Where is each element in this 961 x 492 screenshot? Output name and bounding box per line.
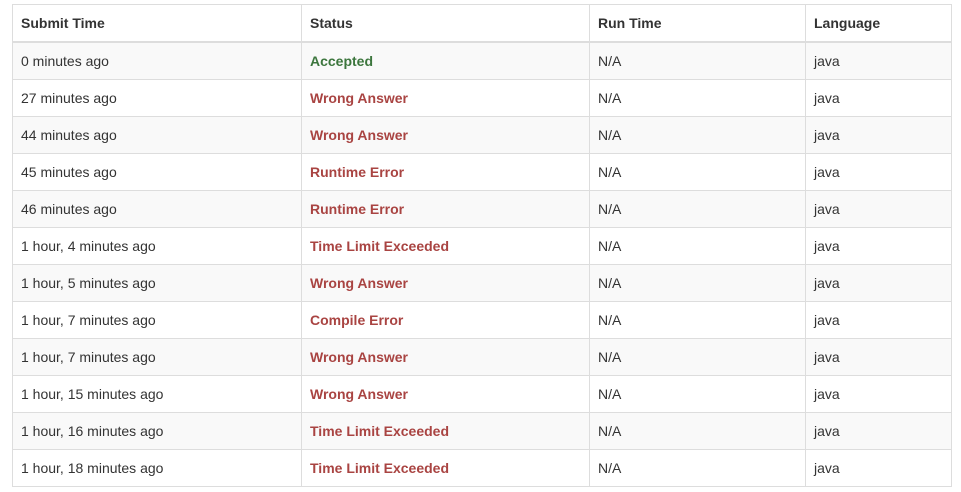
run-time-cell: N/A <box>589 116 806 154</box>
table-header: Submit Time Status Run Time Language <box>12 4 952 43</box>
table-row: 1 hour, 5 minutes ago Wrong Answer N/A j… <box>12 264 952 302</box>
status-link[interactable]: Runtime Error <box>310 201 404 217</box>
status-link[interactable]: Time Limit Exceeded <box>310 238 449 254</box>
run-time-cell: N/A <box>589 412 806 450</box>
status-cell: Runtime Error <box>301 190 590 228</box>
column-header-language: Language <box>805 4 952 43</box>
submit-time-cell: 44 minutes ago <box>12 116 302 154</box>
language-cell: java <box>805 79 952 117</box>
table-row: 44 minutes ago Wrong Answer N/A java <box>12 116 952 154</box>
table-row: 27 minutes ago Wrong Answer N/A java <box>12 79 952 117</box>
run-time-cell: N/A <box>589 190 806 228</box>
table-row: 0 minutes ago Accepted N/A java <box>12 41 952 80</box>
submit-time-cell: 1 hour, 7 minutes ago <box>12 301 302 339</box>
status-cell: Wrong Answer <box>301 338 590 376</box>
submissions-table: Submit Time Status Run Time Language 0 m… <box>12 4 952 487</box>
language-cell: java <box>805 264 952 302</box>
status-cell: Wrong Answer <box>301 375 590 413</box>
table-row: 1 hour, 7 minutes ago Compile Error N/A … <box>12 301 952 339</box>
run-time-cell: N/A <box>589 153 806 191</box>
table-row: 1 hour, 15 minutes ago Wrong Answer N/A … <box>12 375 952 413</box>
column-header-status: Status <box>301 4 590 43</box>
submit-time-cell: 1 hour, 16 minutes ago <box>12 412 302 450</box>
language-cell: java <box>805 301 952 339</box>
table-row: 1 hour, 16 minutes ago Time Limit Exceed… <box>12 412 952 450</box>
submit-time-cell: 1 hour, 18 minutes ago <box>12 449 302 487</box>
language-cell: java <box>805 375 952 413</box>
submit-time-cell: 27 minutes ago <box>12 79 302 117</box>
status-cell: Wrong Answer <box>301 79 590 117</box>
status-cell: Time Limit Exceeded <box>301 412 590 450</box>
language-cell: java <box>805 153 952 191</box>
table-row: 46 minutes ago Runtime Error N/A java <box>12 190 952 228</box>
column-header-submit-time: Submit Time <box>12 4 302 43</box>
run-time-cell: N/A <box>589 338 806 376</box>
language-cell: java <box>805 116 952 154</box>
table-header-row: Submit Time Status Run Time Language <box>12 4 952 43</box>
submit-time-cell: 45 minutes ago <box>12 153 302 191</box>
table-body: 0 minutes ago Accepted N/A java 27 minut… <box>12 41 952 487</box>
language-cell: java <box>805 338 952 376</box>
table-row: 1 hour, 4 minutes ago Time Limit Exceede… <box>12 227 952 265</box>
status-cell: Runtime Error <box>301 153 590 191</box>
run-time-cell: N/A <box>589 301 806 339</box>
run-time-cell: N/A <box>589 41 806 80</box>
run-time-cell: N/A <box>589 375 806 413</box>
status-link[interactable]: Wrong Answer <box>310 90 408 106</box>
status-cell: Compile Error <box>301 301 590 339</box>
language-cell: java <box>805 190 952 228</box>
run-time-cell: N/A <box>589 449 806 487</box>
status-link[interactable]: Wrong Answer <box>310 349 408 365</box>
status-cell: Time Limit Exceeded <box>301 449 590 487</box>
run-time-cell: N/A <box>589 227 806 265</box>
submit-time-cell: 1 hour, 4 minutes ago <box>12 227 302 265</box>
status-link[interactable]: Wrong Answer <box>310 275 408 291</box>
status-link[interactable]: Compile Error <box>310 312 403 328</box>
status-cell: Wrong Answer <box>301 264 590 302</box>
table-row: 1 hour, 7 minutes ago Wrong Answer N/A j… <box>12 338 952 376</box>
language-cell: java <box>805 412 952 450</box>
status-cell: Wrong Answer <box>301 116 590 154</box>
status-link[interactable]: Wrong Answer <box>310 127 408 143</box>
status-cell: Accepted <box>301 41 590 80</box>
submit-time-cell: 1 hour, 7 minutes ago <box>12 338 302 376</box>
status-cell: Time Limit Exceeded <box>301 227 590 265</box>
status-link[interactable]: Wrong Answer <box>310 386 408 402</box>
language-cell: java <box>805 449 952 487</box>
submit-time-cell: 46 minutes ago <box>12 190 302 228</box>
status-link[interactable]: Accepted <box>310 53 373 69</box>
table-row: 1 hour, 18 minutes ago Time Limit Exceed… <box>12 449 952 487</box>
run-time-cell: N/A <box>589 264 806 302</box>
status-link[interactable]: Time Limit Exceeded <box>310 460 449 476</box>
status-link[interactable]: Time Limit Exceeded <box>310 423 449 439</box>
submit-time-cell: 0 minutes ago <box>12 41 302 80</box>
submit-time-cell: 1 hour, 15 minutes ago <box>12 375 302 413</box>
column-header-run-time: Run Time <box>589 4 806 43</box>
language-cell: java <box>805 227 952 265</box>
submissions-panel: Submit Time Status Run Time Language 0 m… <box>12 4 952 487</box>
status-link[interactable]: Runtime Error <box>310 164 404 180</box>
table-row: 45 minutes ago Runtime Error N/A java <box>12 153 952 191</box>
run-time-cell: N/A <box>589 79 806 117</box>
language-cell: java <box>805 41 952 80</box>
submit-time-cell: 1 hour, 5 minutes ago <box>12 264 302 302</box>
